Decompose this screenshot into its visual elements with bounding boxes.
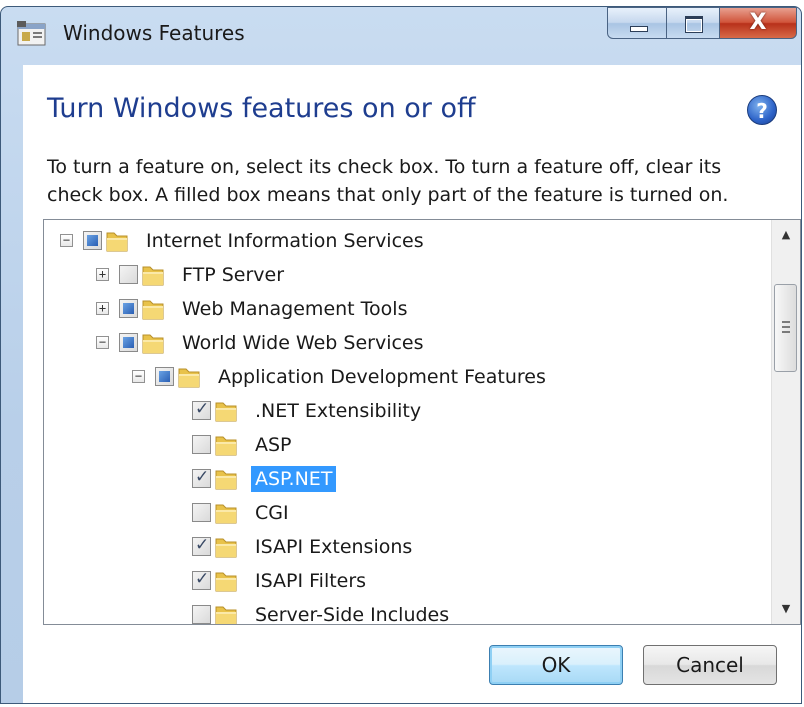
scroll-down-arrow-icon[interactable]: ▼ bbox=[772, 594, 800, 624]
window-title: Windows Features bbox=[63, 21, 245, 45]
window-frame: Windows Features X Turn Windows features… bbox=[0, 6, 802, 704]
feature-checkbox[interactable] bbox=[119, 265, 138, 284]
ok-button[interactable]: OK bbox=[489, 645, 623, 685]
feature-checkbox[interactable] bbox=[192, 435, 211, 454]
tree-item[interactable]: Server-Side Includes bbox=[192, 598, 453, 625]
vertical-scrollbar[interactable]: ▲ ▼ bbox=[771, 220, 800, 624]
thumb-grip-icon bbox=[782, 321, 790, 333]
feature-checkbox[interactable] bbox=[192, 605, 211, 624]
tree-item[interactable]: + Web Management Tools bbox=[96, 292, 411, 325]
scroll-thumb[interactable] bbox=[774, 284, 797, 372]
folder-icon bbox=[215, 538, 237, 557]
folder-icon bbox=[215, 402, 237, 421]
windows-features-icon bbox=[17, 21, 46, 46]
folder-icon bbox=[215, 572, 237, 591]
tree-item[interactable]: ASP.NET bbox=[192, 462, 337, 495]
tree-item[interactable]: − Application Development Features bbox=[132, 360, 550, 393]
title-bar[interactable]: Windows Features X bbox=[1, 7, 801, 59]
expand-icon[interactable]: + bbox=[96, 268, 109, 281]
folder-icon bbox=[215, 436, 237, 455]
tree-item-label[interactable]: Internet Information Services bbox=[142, 228, 428, 254]
close-button[interactable]: X bbox=[719, 7, 797, 39]
tree-item[interactable]: .NET Extensibility bbox=[192, 394, 425, 427]
tree-item-label[interactable]: Web Management Tools bbox=[178, 296, 411, 322]
tree-item-label[interactable]: World Wide Web Services bbox=[178, 330, 428, 356]
folder-icon bbox=[215, 504, 237, 523]
tree-item-label[interactable]: .NET Extensibility bbox=[251, 398, 425, 424]
maximize-icon bbox=[685, 16, 703, 33]
collapse-icon[interactable]: − bbox=[96, 336, 109, 349]
collapse-icon[interactable]: − bbox=[132, 370, 145, 383]
dialog-heading: Turn Windows features on or off bbox=[47, 93, 476, 124]
tree-item[interactable]: + FTP Server bbox=[96, 258, 288, 291]
help-icon[interactable]: ? bbox=[747, 95, 777, 125]
tree-item[interactable]: − Internet Information Services bbox=[60, 224, 428, 257]
tree-item-label[interactable]: Server-Side Includes bbox=[251, 602, 453, 625]
minimize-button[interactable] bbox=[607, 7, 667, 39]
maximize-button[interactable] bbox=[666, 7, 720, 39]
folder-icon bbox=[215, 470, 237, 489]
tree-item-label[interactable]: ASP.NET bbox=[251, 465, 337, 492]
tree-item-label[interactable]: ISAPI Filters bbox=[251, 568, 370, 594]
expand-icon[interactable]: + bbox=[96, 302, 109, 315]
scroll-up-arrow-icon[interactable]: ▲ bbox=[772, 220, 800, 250]
feature-checkbox[interactable] bbox=[192, 467, 211, 488]
tree-item[interactable]: ISAPI Filters bbox=[192, 564, 370, 597]
feature-checkbox[interactable] bbox=[192, 535, 211, 556]
tree-item[interactable]: ASP bbox=[192, 428, 296, 461]
tree-item-label[interactable]: Application Development Features bbox=[214, 364, 550, 390]
tree-item[interactable]: − World Wide Web Services bbox=[96, 326, 428, 359]
folder-icon bbox=[215, 606, 237, 624]
collapse-icon[interactable]: − bbox=[60, 234, 73, 247]
minimize-icon bbox=[630, 26, 648, 32]
close-icon: X bbox=[749, 10, 767, 35]
feature-checkbox[interactable] bbox=[192, 503, 211, 522]
folder-icon bbox=[106, 232, 128, 251]
tree-item-label[interactable]: FTP Server bbox=[178, 262, 288, 288]
tree-item-label[interactable]: ISAPI Extensions bbox=[251, 534, 416, 560]
cancel-button[interactable]: Cancel bbox=[643, 645, 777, 685]
feature-checkbox[interactable] bbox=[192, 569, 211, 590]
tree-item-label[interactable]: CGI bbox=[251, 500, 293, 526]
folder-icon bbox=[142, 300, 164, 319]
folder-icon bbox=[142, 334, 164, 353]
feature-checkbox[interactable] bbox=[155, 367, 174, 386]
dialog-client-area: Turn Windows features on or off ? To tur… bbox=[23, 65, 801, 703]
folder-icon bbox=[142, 266, 164, 285]
folder-icon bbox=[178, 368, 200, 387]
features-tree[interactable]: − Internet Information Services + FTP Serve… bbox=[43, 219, 801, 625]
tree-item[interactable]: ISAPI Extensions bbox=[192, 530, 416, 563]
tree-item-label[interactable]: ASP bbox=[251, 432, 296, 458]
feature-checkbox[interactable] bbox=[119, 333, 138, 352]
feature-checkbox[interactable] bbox=[192, 399, 211, 420]
dialog-description: To turn a feature on, select its check b… bbox=[47, 156, 729, 206]
feature-checkbox[interactable] bbox=[83, 231, 102, 250]
feature-checkbox[interactable] bbox=[119, 299, 138, 318]
tree-item[interactable]: CGI bbox=[192, 496, 293, 529]
